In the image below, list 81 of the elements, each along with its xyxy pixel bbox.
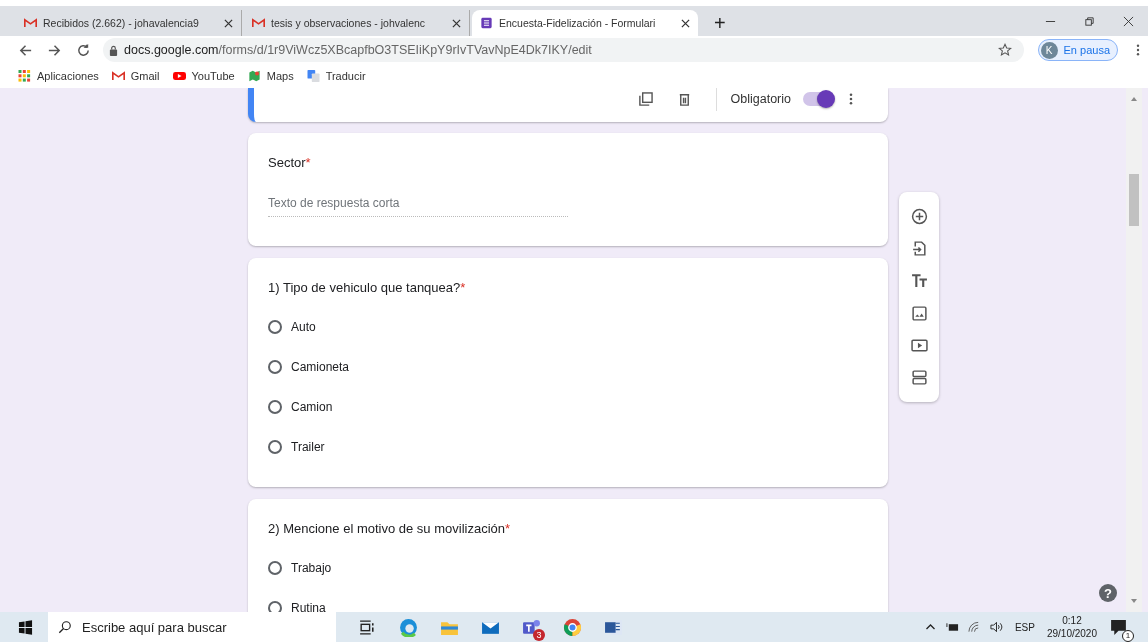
option-label: Trailer: [291, 440, 325, 454]
browser-tab[interactable]: tesis y observaciones - johvalenc: [244, 10, 470, 36]
close-icon[interactable]: [452, 18, 461, 28]
bookmark-label: Maps: [266, 70, 294, 82]
search-icon: [58, 620, 72, 634]
option-label: Rutina: [291, 601, 326, 612]
option-label: Auto: [291, 320, 316, 334]
option-label: Trabajo: [291, 561, 332, 575]
bookmark-link[interactable]: YouTube: [172, 70, 235, 82]
task-view-icon[interactable]: [358, 617, 377, 637]
more-icon[interactable]: [1136, 44, 1140, 56]
question-title: Sector*: [268, 155, 312, 170]
required-label: Obligatorio: [730, 92, 791, 106]
section-icon[interactable]: [910, 369, 928, 387]
add-circle-icon[interactable]: [910, 207, 928, 225]
title-text-icon[interactable]: [910, 272, 928, 290]
taskbar-search-field[interactable]: Escribe aquí para buscar: [48, 612, 336, 642]
speaker-icon[interactable]: [989, 621, 1003, 633]
play-icon: [172, 70, 186, 82]
mail-icon: [24, 17, 37, 29]
help-button[interactable]: ?: [1099, 584, 1117, 602]
bookmark-label: YouTube: [191, 70, 235, 82]
start-icon[interactable]: [18, 619, 33, 635]
browser-tab[interactable]: Encuesta-Fidelización - Formulari: [472, 10, 698, 36]
edge-icon[interactable]: [399, 617, 418, 637]
browser-tab[interactable]: Recibidos (2.662) - johavalencia9: [16, 10, 242, 36]
translate-icon: [306, 70, 320, 82]
radio-button[interactable]: [268, 320, 282, 334]
scroll-down-icon[interactable]: [1130, 598, 1138, 604]
bookmark-link[interactable]: Aplicaciones: [18, 70, 99, 82]
bookmark-link[interactable]: Traducir: [306, 70, 366, 82]
wifi-icon[interactable]: [967, 621, 981, 633]
radio-button[interactable]: [268, 440, 282, 454]
language-indicator[interactable]: ESP: [1014, 621, 1035, 633]
bookmark-label: Gmail: [130, 70, 160, 82]
clock[interactable]: 0:12 29/10/2020: [1046, 614, 1097, 640]
question-title: 1) Tipo de vehiculo que tanquea?*: [268, 280, 467, 295]
notification-count: 1: [1122, 629, 1134, 642]
profile-button[interactable]: K En pausa: [1037, 39, 1118, 61]
address-bar[interactable]: docs.google.com/forms/d/1r9ViWcz5XBcapfbO3TSEIiKpY9rIvTVavNpE4Dk7IKY/edit: [103, 38, 1024, 62]
tab-title: Recibidos (2.662) - johavalencia9: [43, 17, 200, 29]
lock-icon: [109, 44, 118, 56]
close-icon[interactable]: [1123, 15, 1134, 27]
scrollbar[interactable]: [1126, 88, 1142, 612]
notification-badge: 3: [533, 628, 545, 641]
duplicate-icon[interactable]: [637, 91, 653, 107]
apps-grid-icon: [18, 70, 31, 82]
restore-icon[interactable]: [1084, 15, 1095, 27]
scroll-up-icon[interactable]: [1130, 96, 1138, 102]
question-title: 2) Mencione el motivo de su movilización*: [268, 521, 512, 536]
teams-icon[interactable]: [522, 617, 541, 637]
scrollbar-thumb[interactable]: [1129, 174, 1139, 226]
tab-title: Encuesta-Fidelización - Formulari: [499, 17, 657, 29]
mail-icon: [252, 17, 265, 29]
mail-icon: [111, 70, 125, 82]
map-icon: [247, 70, 261, 82]
radio-button[interactable]: [268, 561, 282, 575]
reload-icon[interactable]: [76, 42, 91, 58]
bookmark-link[interactable]: Gmail: [111, 70, 160, 82]
video-icon[interactable]: [910, 336, 928, 354]
bookmark-label: Aplicaciones: [37, 70, 99, 82]
bookmark-label: Traducir: [325, 70, 366, 82]
new-tab-button[interactable]: +: [708, 10, 732, 36]
image-icon[interactable]: [910, 304, 928, 322]
close-icon[interactable]: [681, 18, 690, 28]
form-icon: [480, 17, 493, 29]
chrome-icon[interactable]: [563, 617, 582, 637]
star-icon[interactable]: [997, 43, 1012, 57]
option-label: Camion: [291, 400, 333, 414]
option-label: Camioneta: [291, 360, 350, 374]
url-text: docs.google.com/forms/d/1r9ViWcz5XBcapfbO3TSEIiKpY9rIvTVavNpE4Dk7IKY/edit: [124, 43, 592, 57]
close-icon[interactable]: [224, 18, 233, 28]
required-toggle[interactable]: [803, 92, 833, 106]
bookmark-link[interactable]: Maps: [247, 70, 294, 82]
import-icon[interactable]: [910, 240, 928, 257]
battery-icon[interactable]: [945, 621, 959, 633]
radio-button[interactable]: [268, 400, 282, 414]
more-icon[interactable]: [849, 93, 853, 105]
notification-center-icon[interactable]: [1109, 617, 1128, 637]
radio-button[interactable]: [268, 360, 282, 374]
tab-title: tesis y observaciones - johvalenc: [271, 17, 427, 29]
